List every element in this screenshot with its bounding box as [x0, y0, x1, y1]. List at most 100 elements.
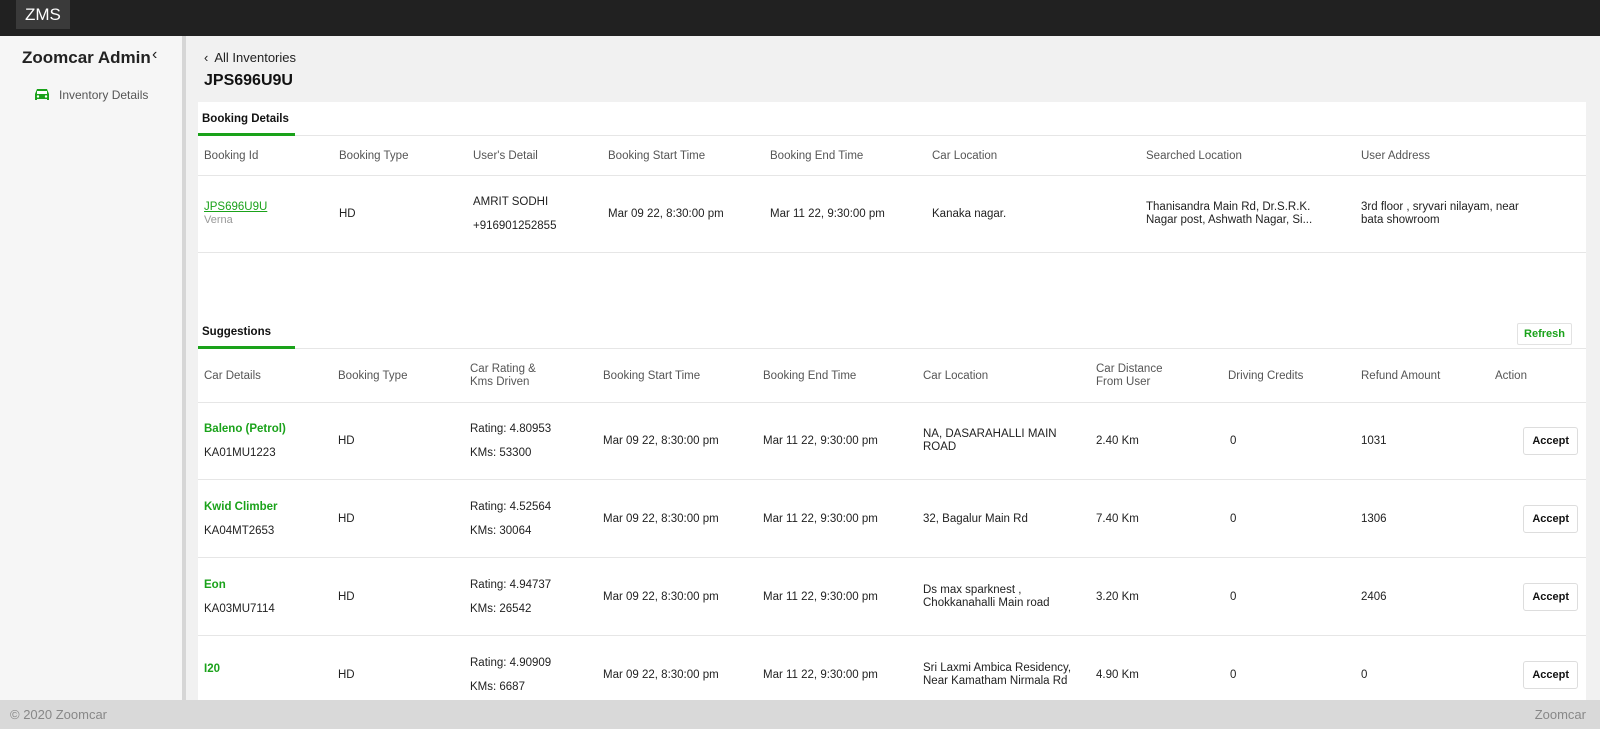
car-rating: Rating: 4.52564: [470, 500, 552, 513]
column-header: Refund Amount: [1361, 369, 1441, 382]
car-name-link[interactable]: I20: [204, 663, 220, 675]
booking-end-time: Mar 11 22, 9:30:00 pm: [770, 208, 885, 220]
kms-driven: KMs: 6687: [470, 680, 525, 693]
refund-amount: 0: [1361, 668, 1368, 681]
column-header: Car Rating &: [470, 362, 536, 375]
booking-type: HD: [338, 668, 355, 681]
column-header: Searched Location: [1146, 149, 1242, 162]
booking-table-header: Booking Id Booking Type User's Detail Bo…: [198, 136, 1586, 176]
booking-end-time: Mar 11 22, 9:30:00 pm: [763, 668, 878, 681]
searched-location-line: Thanisandra Main Rd, Dr.S.R.K.: [1146, 201, 1311, 213]
car-location-line: Chokkanahalli Main road: [923, 596, 1050, 609]
car-location-line: ROAD: [923, 441, 957, 453]
accept-button[interactable]: Accept: [1523, 504, 1578, 533]
booking-type: HD: [339, 208, 356, 220]
user-phone: +916901252855: [473, 220, 557, 232]
accept-button[interactable]: Accept: [1523, 427, 1578, 455]
car-distance: 7.40 Km: [1096, 512, 1139, 525]
column-header: Booking End Time: [770, 149, 864, 162]
column-header: Car Location: [932, 149, 998, 162]
searched-location-line: Nagar post, Ashwath Nagar, Si...: [1146, 214, 1313, 226]
column-header: Booking End Time: [763, 369, 857, 382]
user-address-line: 3rd floor , sryvari nilayam, near: [1361, 201, 1519, 213]
car-plate: KA03MU7114: [204, 602, 275, 615]
tab-booking-details[interactable]: Booking Details: [198, 102, 295, 136]
car-rating: Rating: 4.90909: [470, 656, 552, 669]
table-row: Eon KA03MU7114 HD Rating: 4.94737 KMs: 2…: [198, 558, 1586, 636]
booking-start-time: Mar 09 22, 8:30:00 pm: [608, 208, 724, 220]
column-header: Booking Type: [338, 369, 408, 382]
column-header: User's Detail: [473, 149, 538, 162]
car-icon: [34, 88, 50, 102]
refund-amount: 1306: [1361, 512, 1387, 525]
footer-brand: Zoomcar: [1534, 707, 1586, 722]
booking-id-link[interactable]: JPS696U9U: [204, 201, 267, 214]
refresh-button[interactable]: Refresh: [1517, 323, 1572, 345]
footer: © 2020 Zoomcar Zoomcar: [0, 700, 1600, 729]
column-header: Kms Driven: [470, 375, 530, 388]
column-header: Booking Type: [339, 149, 409, 162]
kms-driven: KMs: 26542: [470, 602, 532, 615]
car-rating: Rating: 4.80953: [470, 423, 552, 435]
main-content: ‹ All Inventories JPS696U9U Booking Deta…: [190, 36, 1600, 700]
user-name: AMRIT SODHI: [473, 196, 549, 208]
collapse-sidebar-icon[interactable]: ‹: [152, 46, 157, 64]
tab-suggestions[interactable]: Suggestions: [198, 315, 295, 349]
column-header: Booking Start Time: [608, 149, 706, 162]
sidebar-item-label: Inventory Details: [59, 88, 149, 102]
column-header: Booking Id: [204, 149, 259, 162]
column-header: Car Location: [923, 369, 989, 382]
suggestions-table-header: Car Details Booking Type Car Rating & Km…: [198, 349, 1586, 403]
sidebar-title: Zoomcar Admin: [22, 48, 151, 67]
car-plate: KA04MT2653: [204, 524, 275, 537]
suggestions-card: Suggestions Refresh Car Details Booking …: [198, 315, 1586, 700]
car-rating: Rating: 4.94737: [470, 578, 552, 591]
column-header: Booking Start Time: [603, 369, 701, 382]
refund-amount: 1031: [1361, 435, 1387, 447]
table-row: I20 HD Rating: 4.90909 KMs: 6687 Mar 09 …: [198, 636, 1586, 700]
booking-start-time: Mar 09 22, 8:30:00 pm: [603, 512, 719, 525]
car-distance: 4.90 Km: [1096, 668, 1139, 681]
car-name-link[interactable]: Kwid Climber: [204, 501, 277, 513]
booking-end-time: Mar 11 22, 9:30:00 pm: [763, 512, 878, 525]
page-title: JPS696U9U: [204, 72, 293, 89]
accept-button[interactable]: Accept: [1523, 660, 1578, 689]
car-location-line: Ds max sparknest ,: [923, 583, 1022, 596]
column-header: From User: [1096, 375, 1151, 388]
booking-type: HD: [338, 435, 355, 447]
accept-button[interactable]: Accept: [1523, 582, 1578, 611]
booking-start-time: Mar 09 22, 8:30:00 pm: [603, 590, 719, 603]
booking-details-card: Booking Details Booking Id Booking Type …: [198, 102, 1586, 326]
back-label: All Inventories: [214, 50, 296, 65]
car-location-line: NA, DASARAHALLI MAIN: [923, 428, 1057, 440]
car-plate: KA01MU1223: [204, 447, 276, 459]
table-row: JPS696U9U Verna HD AMRIT SODHI +91690125…: [198, 176, 1586, 253]
app-logo[interactable]: ZMS: [16, 0, 70, 29]
refund-amount: 2406: [1361, 590, 1387, 603]
column-header: Car Distance: [1096, 362, 1163, 375]
sidebar-item-inventory-details[interactable]: Inventory Details: [34, 88, 148, 102]
footer-copyright: © 2020 Zoomcar: [10, 707, 108, 722]
driving-credits: 0: [1230, 512, 1237, 525]
booking-car-name: Verna: [204, 214, 233, 226]
booking-type: HD: [338, 590, 355, 603]
car-name-link[interactable]: Eon: [204, 579, 275, 591]
table-row: Baleno (Petrol) KA01MU1223 HD Rating: 4.…: [198, 403, 1586, 480]
booking-start-time: Mar 09 22, 8:30:00 pm: [603, 435, 719, 447]
kms-driven: KMs: 30064: [470, 524, 532, 537]
car-location-line: 32, Bagalur Main Rd: [923, 512, 1028, 525]
sidebar: Zoomcar Admin ‹ Inventory Details: [0, 36, 186, 700]
back-link[interactable]: ‹ All Inventories: [204, 50, 296, 65]
car-distance: 3.20 Km: [1096, 590, 1139, 603]
column-header: Driving Credits: [1228, 369, 1304, 382]
top-bar: ZMS: [0, 0, 1600, 36]
driving-credits: 0: [1230, 668, 1237, 681]
user-address-line: bata showroom: [1361, 214, 1440, 226]
car-distance: 2.40 Km: [1096, 435, 1139, 447]
booking-end-time: Mar 11 22, 9:30:00 pm: [763, 590, 878, 603]
column-header: Car Details: [204, 369, 261, 382]
car-location: Kanaka nagar.: [932, 208, 1007, 220]
table-row: Kwid Climber KA04MT2653 HD Rating: 4.525…: [198, 480, 1586, 558]
driving-credits: 0: [1230, 590, 1237, 603]
car-name-link[interactable]: Baleno (Petrol): [204, 423, 286, 435]
